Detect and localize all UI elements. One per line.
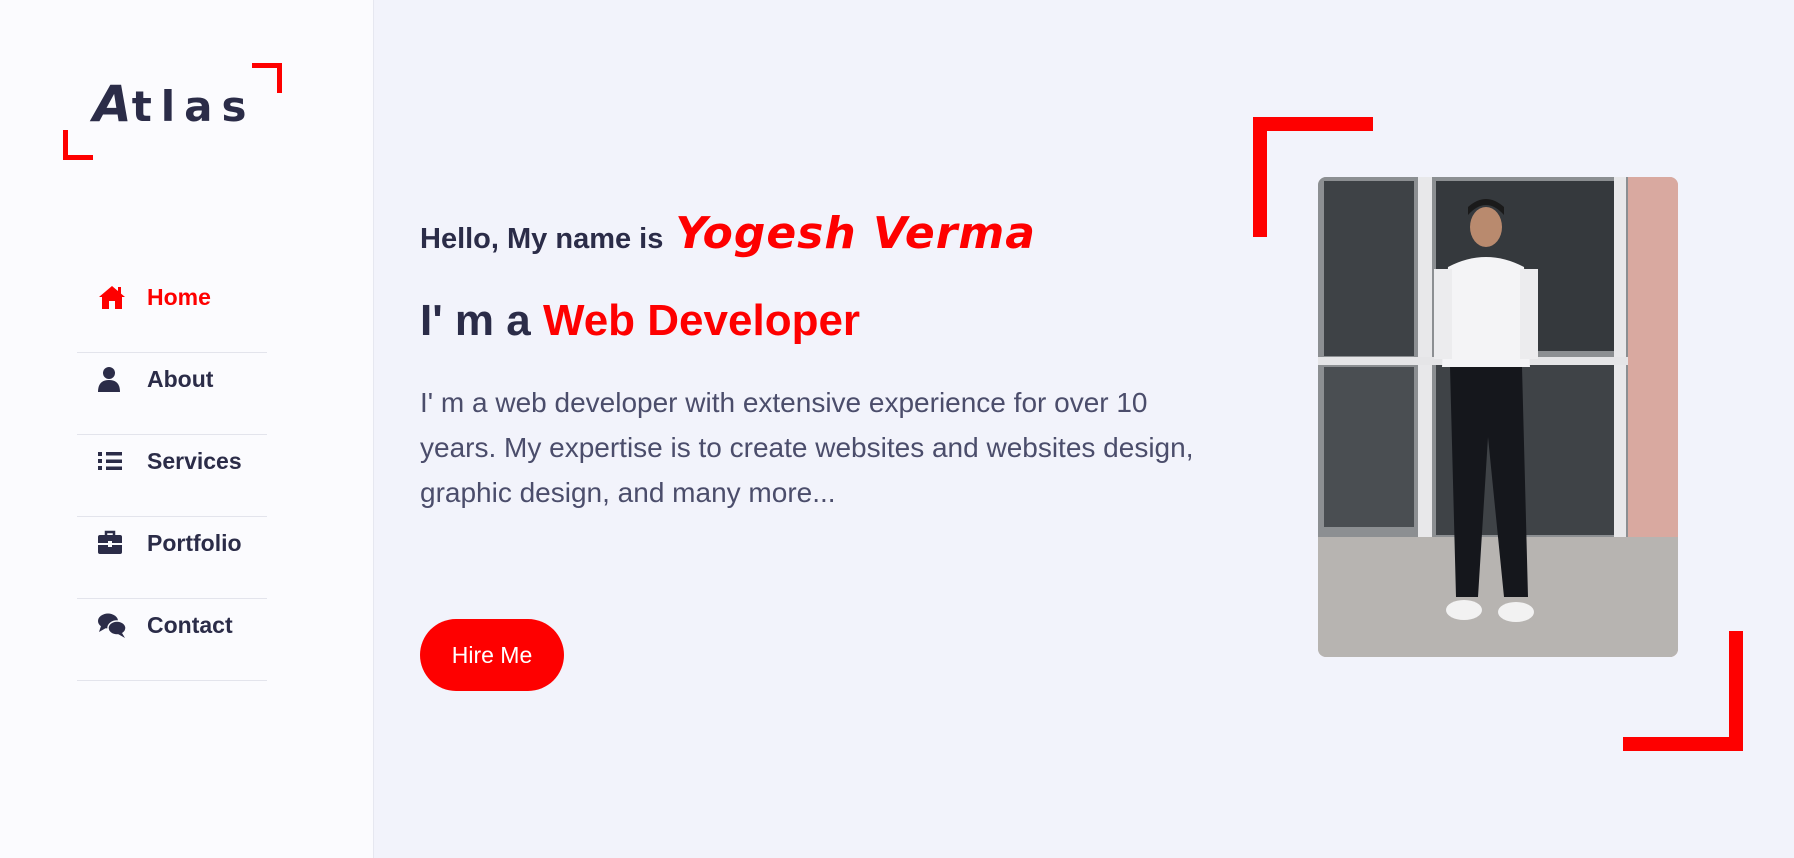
sidebar-link-about[interactable]: About (97, 365, 213, 393)
logo-corner-top-right (252, 63, 282, 93)
logo-rest: tlas (131, 82, 256, 131)
home-icon (97, 283, 127, 311)
comments-icon (97, 611, 127, 639)
sidebar-link-contact[interactable]: Contact (97, 611, 233, 639)
sidebar-item-contact: Contact (77, 599, 267, 681)
sidebar-link-home[interactable]: Home (97, 283, 211, 311)
logo-text: Atlas (93, 79, 256, 129)
sidebar-item-label: Home (147, 283, 211, 310)
role-title: Web Developer (542, 296, 861, 345)
sidebar-item-home: Home (77, 271, 267, 353)
logo-corner-bottom-left (63, 130, 93, 160)
sidebar-nav: Home About Services Portfolio Contact (77, 271, 267, 681)
logo-first-letter: A (93, 75, 132, 133)
greeting-text: Hello, My name is (420, 223, 664, 255)
role-heading: I' m a Web Developer (420, 296, 860, 346)
sidebar-link-portfolio[interactable]: Portfolio (97, 529, 242, 557)
sidebar-item-portfolio: Portfolio (77, 517, 267, 599)
sidebar-item-label: Portfolio (147, 529, 242, 556)
logo[interactable]: Atlas (63, 63, 282, 160)
sidebar-item-label: Services (147, 447, 242, 474)
hero-description: I' m a web developer with extensive expe… (420, 387, 1194, 508)
role-prefix: I' m a (420, 296, 531, 345)
greeting: Hello, My name is Yogesh Verma (420, 208, 1036, 259)
list-icon (97, 447, 127, 475)
briefcase-icon (97, 529, 127, 557)
sidebar-link-services[interactable]: Services (97, 447, 242, 475)
sidebar-item-about: About (77, 353, 267, 435)
sidebar-item-services: Services (77, 435, 267, 517)
sidebar: Atlas Home About Services Portfolio Cont… (0, 0, 374, 858)
profile-photo (1318, 177, 1678, 657)
hero-name: Yogesh Verma (675, 208, 1036, 259)
hire-me-button[interactable]: Hire Me (420, 619, 564, 691)
user-icon (97, 365, 127, 393)
sidebar-item-label: About (147, 365, 214, 392)
sidebar-item-label: Contact (147, 611, 233, 638)
